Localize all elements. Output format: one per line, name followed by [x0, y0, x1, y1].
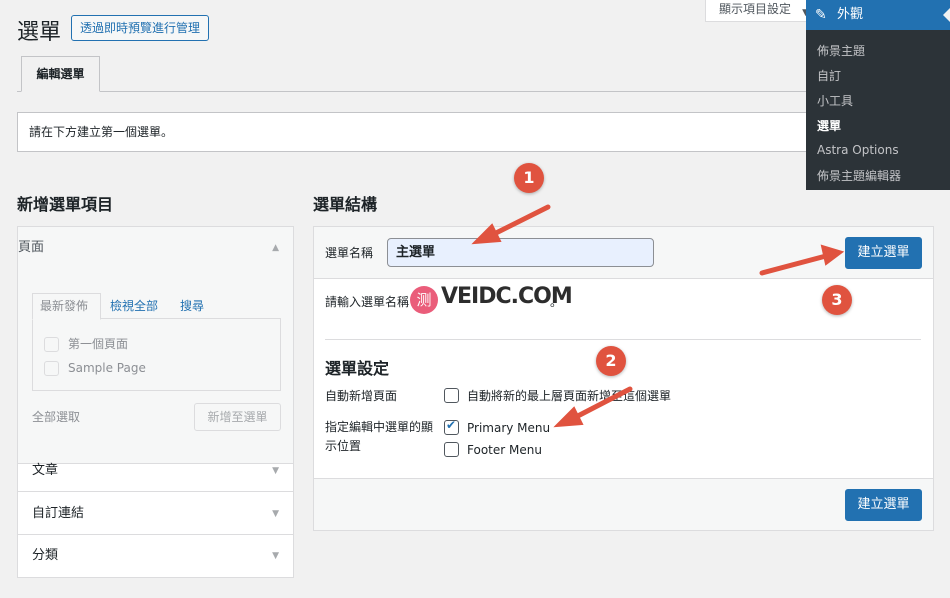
arrow-2-shaft — [569, 386, 633, 422]
arrow-3-shaft — [759, 253, 829, 276]
arrow-1-head — [471, 223, 502, 245]
step-badge-3: 3 — [822, 285, 852, 315]
step-badge-2: 2 — [596, 346, 626, 376]
arrow-2-head — [553, 406, 584, 428]
step-badge-1: 1 — [514, 163, 544, 193]
arrow-1-shaft — [487, 204, 551, 239]
arrow-3-head — [820, 244, 845, 266]
annotation-arrows — [471, 204, 845, 428]
